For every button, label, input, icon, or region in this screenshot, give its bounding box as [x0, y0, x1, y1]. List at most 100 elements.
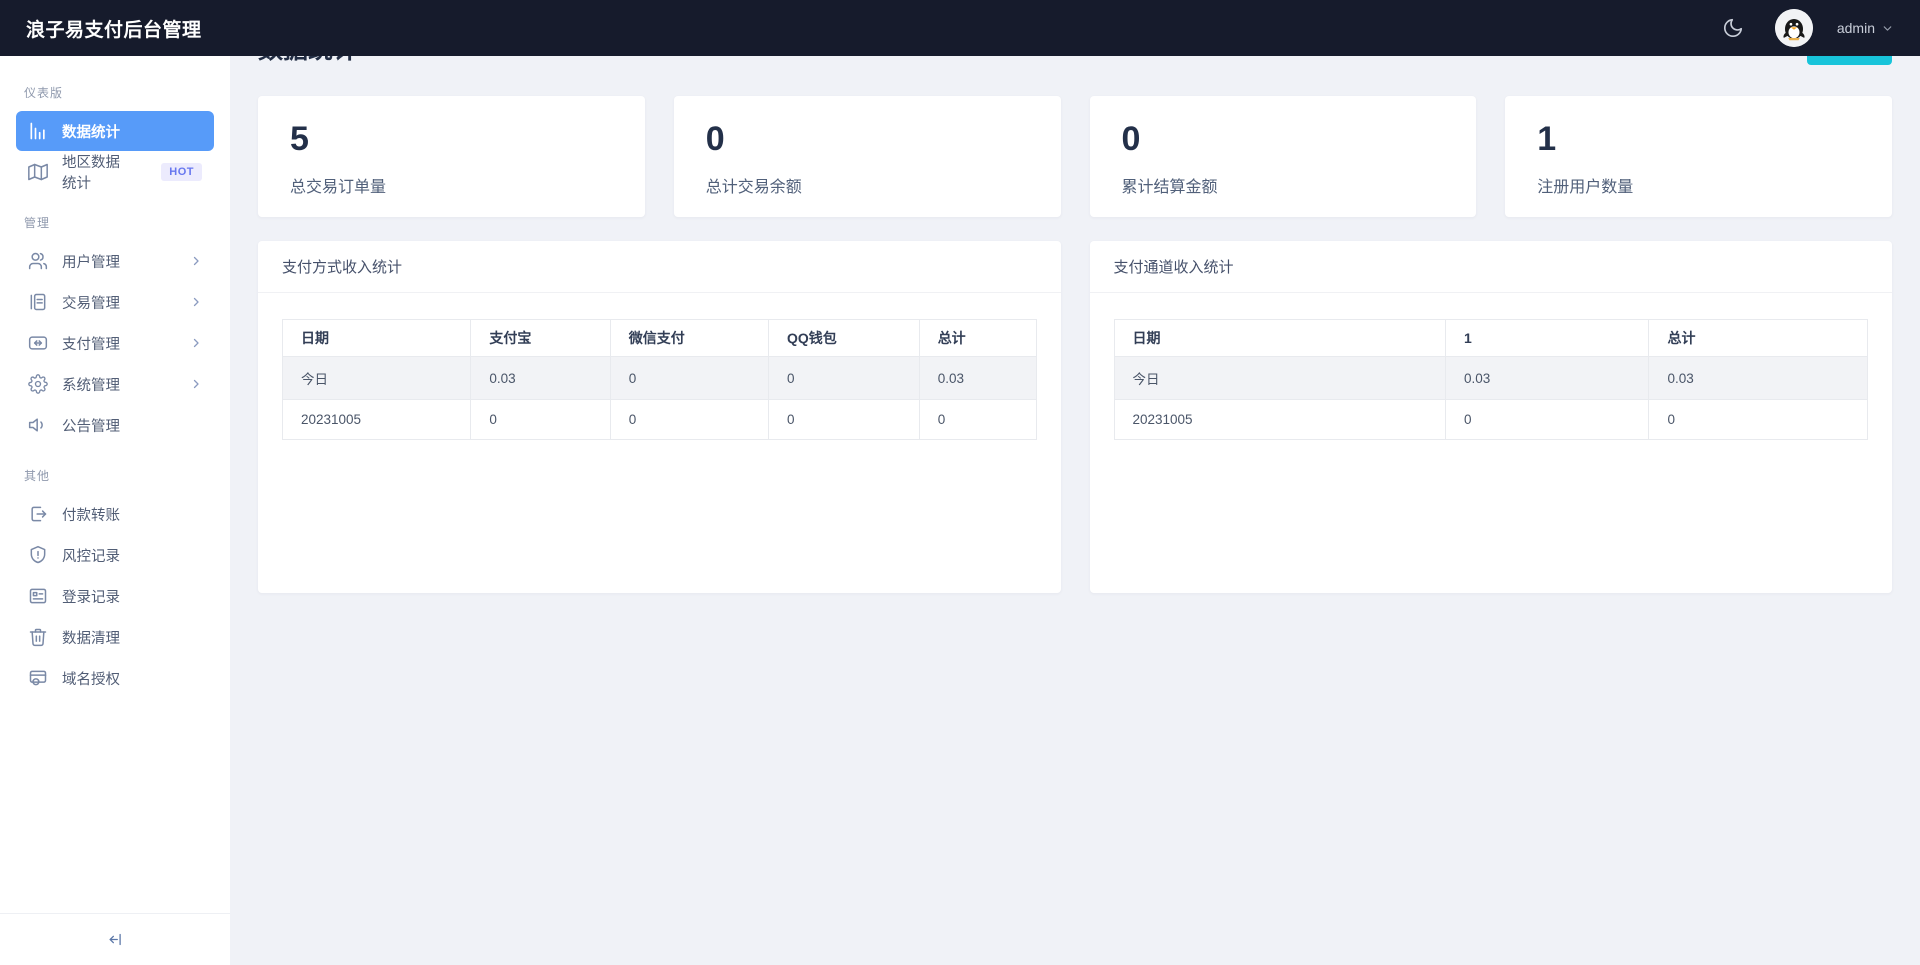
sidebar-collapse-button[interactable] [0, 913, 230, 965]
user-avatar[interactable] [1774, 9, 1813, 47]
sidebar-item-system-management[interactable]: 系统管理 [16, 364, 214, 404]
sidebar-item-label: 数据清理 [62, 630, 120, 647]
sidebar-item-label: 支付管理 [62, 336, 120, 353]
chevron-right-icon [190, 296, 202, 308]
stat-cards-row: 5 总交易订单量 0 总计交易余额 0 累计结算金额 1 注册用户数量 [258, 96, 1892, 217]
column-header: 日期 [1113, 319, 1447, 357]
table-cell: 0.03 [918, 356, 1037, 400]
sidebar-item-label: 登录记录 [62, 589, 120, 606]
table-cell: 0 [1648, 399, 1868, 440]
trash-icon [28, 627, 48, 647]
column-header: 日期 [281, 319, 472, 357]
chevron-right-icon [190, 378, 202, 390]
table-cell: 20231005 [281, 399, 472, 440]
sidebar-section-other: 其他 [24, 469, 51, 483]
log-list-icon [28, 586, 48, 606]
panel-body: 日期 支付宝 微信支付 QQ钱包 总计 今日 0.03 0 0 0.03 202… [258, 293, 1061, 440]
stat-label: 总计交易余额 [705, 179, 802, 196]
panel-payment-channel-stats: 支付通道收入统计 日期 1 总计 今日 0.03 0.03 20231005 0… [1089, 241, 1893, 593]
stat-card-total-balance: 0 总计交易余额 [673, 96, 1061, 217]
sidebar-item-label: 系统管理 [62, 377, 120, 394]
speaker-icon [28, 415, 48, 435]
bar-chart-icon [28, 121, 48, 141]
stat-card-settled-amount: 0 累计结算金额 [1089, 96, 1477, 217]
table-cell: 今日 [1113, 356, 1447, 400]
gear-icon [28, 374, 48, 394]
hot-badge: HOT [161, 163, 202, 181]
table-cell: 0 [768, 356, 920, 400]
table-cell: 0 [609, 356, 770, 400]
sidebar-item-risk-records[interactable]: 风控记录 [16, 535, 214, 575]
stat-label: 注册用户数量 [1537, 179, 1634, 196]
stat-label: 累计结算金额 [1121, 179, 1218, 196]
table-row: 20231005 0 0 0 0 [281, 399, 1037, 440]
column-header: 总计 [1648, 319, 1868, 357]
table-cell: 20231005 [1113, 399, 1447, 440]
sidebar-item-user-management[interactable]: 用户管理 [16, 241, 214, 281]
collapse-arrow-icon [107, 931, 124, 948]
sidebar-item-transaction-management[interactable]: 交易管理 [16, 282, 214, 322]
stat-card-total-orders: 5 总交易订单量 [258, 96, 645, 217]
user-menu[interactable]: admin [1837, 20, 1894, 36]
sidebar-menu: 仪表版 数据统计 地区数据统计 HOT 管理 用户管理 交易管理 支付管理 系统… [0, 56, 230, 913]
table-cell: 0 [768, 399, 920, 440]
main-content: 数据统计 刷新 5 总交易订单量 0 总计交易余额 0 累计结算金额 1 注册用… [230, 0, 1920, 593]
column-header: 微信支付 [609, 319, 770, 357]
chevron-down-icon [1881, 22, 1894, 35]
table-cell: 0 [470, 399, 611, 440]
payment-channel-table: 日期 1 总计 今日 0.03 0.03 20231005 0 0 [1113, 319, 1869, 440]
sidebar-item-domain-authorization[interactable]: 域名授权 [16, 658, 214, 698]
avatar-penguin-image [1774, 9, 1813, 47]
sidebar-item-login-records[interactable]: 登录记录 [16, 576, 214, 616]
table-cell: 0.03 [470, 356, 611, 400]
panel-header: 支付通道收入统计 [1089, 241, 1892, 293]
chevron-right-icon [190, 255, 202, 267]
table-header-row: 日期 支付宝 微信支付 QQ钱包 总计 [281, 319, 1037, 357]
panel-header: 支付方式收入统计 [258, 241, 1061, 293]
table-cell: 0.03 [1648, 356, 1868, 400]
sidebar-item-label: 公告管理 [62, 418, 120, 435]
sidebar-section-dashboard: 仪表版 [24, 86, 64, 100]
app-title: 浪子易支付后台管理 [26, 19, 202, 41]
sidebar-item-payment-transfer[interactable]: 付款转账 [16, 494, 214, 534]
sidebar-item-payment-management[interactable]: 支付管理 [16, 323, 214, 363]
tables-row: 支付方式收入统计 日期 支付宝 微信支付 QQ钱包 总计 今日 0.03 0 0… [258, 241, 1892, 593]
sidebar-item-label: 数据统计 [62, 124, 120, 141]
theme-toggle-button[interactable] [1715, 10, 1751, 46]
sidebar-item-region-stats[interactable]: 地区数据统计 HOT [16, 152, 214, 192]
stat-value: 1 [1537, 120, 1557, 158]
table-row: 今日 0.03 0.03 [1113, 356, 1868, 400]
moon-icon [1722, 17, 1744, 39]
column-header: QQ钱包 [768, 319, 920, 357]
table-cell: 0 [918, 399, 1037, 440]
table-header-row: 日期 1 总计 [1113, 319, 1868, 357]
sidebar-item-label: 交易管理 [62, 295, 120, 312]
sidebar-section-management: 管理 [24, 216, 51, 230]
column-header: 支付宝 [470, 319, 611, 357]
panel-body: 日期 1 总计 今日 0.03 0.03 20231005 0 0 [1090, 293, 1893, 440]
documents-icon [28, 292, 48, 312]
panel-title: 支付方式收入统计 [282, 259, 403, 276]
export-icon [28, 504, 48, 524]
sidebar-item-label: 用户管理 [62, 254, 120, 271]
chevron-right-icon [190, 337, 202, 349]
sidebar-item-label: 地区数据统计 [62, 155, 120, 192]
table-row: 20231005 0 0 [1113, 399, 1868, 440]
sidebar-item-label: 风控记录 [62, 548, 120, 565]
panel-title: 支付通道收入统计 [1113, 259, 1234, 276]
panel-payment-method-stats: 支付方式收入统计 日期 支付宝 微信支付 QQ钱包 总计 今日 0.03 0 0… [258, 241, 1061, 593]
payment-method-table: 日期 支付宝 微信支付 QQ钱包 总计 今日 0.03 0 0 0.03 202… [281, 319, 1037, 440]
table-cell: 0.03 [1445, 356, 1650, 400]
stat-card-registered-users: 1 注册用户数量 [1505, 96, 1892, 217]
topbar-actions: admin [1715, 9, 1894, 47]
sidebar-item-announcement-management[interactable]: 公告管理 [16, 405, 214, 445]
table-cell: 今日 [281, 356, 472, 400]
stat-value: 5 [290, 120, 309, 158]
browser-window-icon [28, 668, 48, 688]
stat-value: 0 [1121, 120, 1141, 158]
sidebar-item-data-cleanup[interactable]: 数据清理 [16, 617, 214, 657]
column-header: 1 [1445, 319, 1650, 357]
stat-label: 总交易订单量 [290, 179, 387, 196]
sidebar-item-data-stats[interactable]: 数据统计 [16, 111, 214, 151]
sidebar-item-label: 付款转账 [62, 507, 120, 524]
